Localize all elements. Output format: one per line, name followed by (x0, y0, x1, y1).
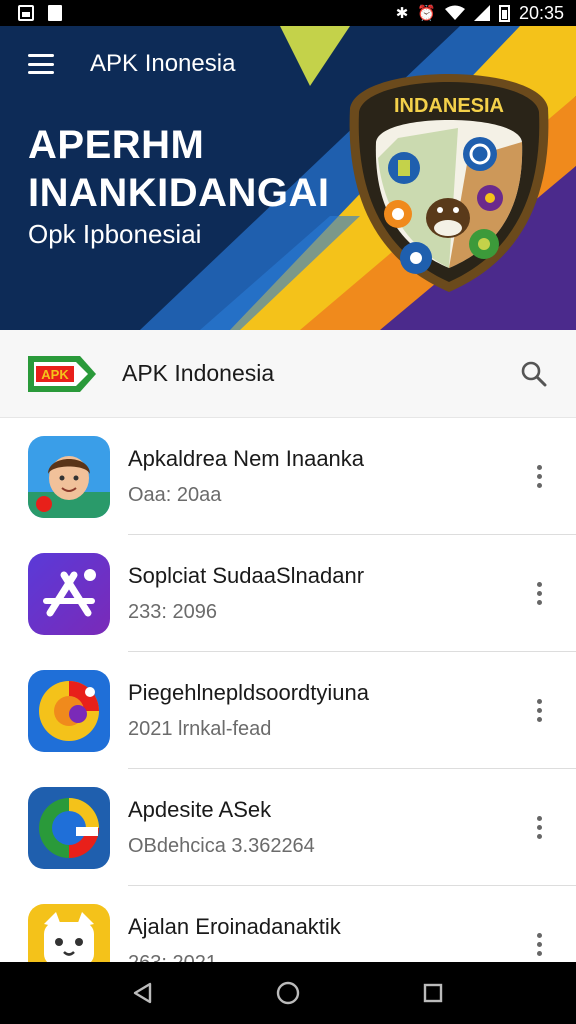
navigation-bar (0, 962, 576, 1024)
app-subtitle: 2021 lrnkal-fead (128, 718, 272, 740)
boy-avatar-icon (28, 435, 110, 518)
hero-banner: APK Inonesia APERHM INANKIDANGAI Opk Ipb… (0, 26, 576, 330)
globe-icon (28, 786, 110, 869)
more-vert-icon[interactable] (524, 813, 554, 843)
more-vert-icon[interactable] (524, 696, 554, 726)
app-title: Apkaldrea Nem Inaanka (128, 446, 365, 471)
recents-icon[interactable] (413, 973, 453, 1013)
app-title: Ajalan Eroinadanaktik (128, 914, 341, 939)
app-store-icon (28, 552, 110, 635)
list-item[interactable]: Apkaldrea Nem Inaanka Oaa: 20aa (0, 418, 576, 535)
bluetooth-icon: ✱ (395, 4, 409, 22)
header-title: APK Indonesia (122, 360, 275, 386)
shield-badge-icon: INDANESIA (349, 74, 549, 292)
signal-icon (473, 5, 490, 21)
svg-text:INDANESIA: INDANESIA (394, 95, 504, 117)
svg-text:APK: APK (41, 367, 69, 382)
battery-icon (498, 4, 510, 22)
alarm-icon: ⏰ (417, 4, 436, 22)
hero-headline-line2: INANKIDANGAI (28, 171, 330, 215)
search-icon[interactable] (520, 360, 548, 388)
list-item[interactable]: Apdesite ASek OBdehcica 3.362264 (0, 769, 576, 886)
more-vert-icon[interactable] (524, 462, 554, 492)
hero-headline: APERHM INANKIDANGAI (28, 121, 330, 217)
list-item[interactable]: Soplciat SudaaSlnadanr 233: 2096 (0, 535, 576, 652)
list-item[interactable]: Piegehlnepldsoordtyiuna 2021 lrnkal-fead (0, 652, 576, 769)
app-list: Apkaldrea Nem Inaanka Oaa: 20aa Soplciat… (0, 418, 576, 1003)
back-icon[interactable] (123, 973, 163, 1013)
hero-subtitle: Opk Ipbonesiai (28, 219, 202, 249)
hero-headline-line1: APERHM (28, 123, 205, 167)
menu-icon[interactable] (28, 54, 54, 74)
app-subtitle: 233: 2096 (128, 601, 217, 623)
app-title: Apdesite ASek (128, 797, 272, 822)
app-subtitle: Oaa: 20aa (128, 484, 222, 506)
more-vert-icon[interactable] (524, 579, 554, 609)
app-title: Piegehlnepldsoordtyiuna (128, 680, 369, 705)
apk-logo-icon[interactable]: APK (28, 352, 98, 396)
wifi-icon (444, 5, 465, 20)
more-vert-icon[interactable] (524, 930, 554, 960)
status-time: 20:35 (518, 2, 564, 23)
app-title: Soplciat SudaaSlnadanr (128, 563, 365, 588)
app-header: APK APK Indonesia (0, 330, 576, 418)
image-icon (18, 5, 34, 21)
file-icon (48, 5, 62, 21)
chrome-like-icon (28, 669, 110, 752)
home-icon[interactable] (268, 973, 308, 1013)
app-subtitle: OBdehcica 3.362264 (128, 835, 315, 857)
status-bar: ✱ ⏰ 20:35 (0, 0, 576, 26)
